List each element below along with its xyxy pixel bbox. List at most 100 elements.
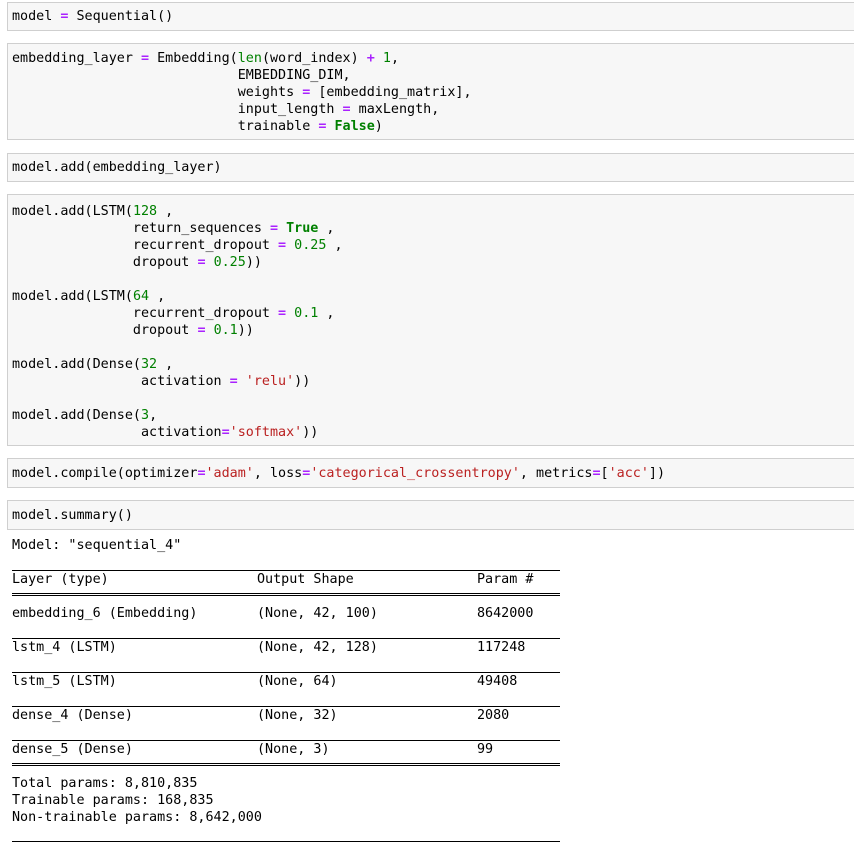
- summary-non-trainable-params: Non-trainable params: 8,642,000: [12, 810, 262, 825]
- code-token: len: [237, 51, 262, 66]
- code-token: ,: [149, 408, 158, 423]
- code-token: weights: [12, 85, 303, 100]
- code-token: 3: [141, 408, 150, 423]
- summary-row-params: 99: [477, 742, 494, 757]
- code-token: =: [197, 466, 206, 481]
- code-block[interactable]: embedding_layer = Embedding(len(word_ind…: [12, 50, 472, 135]
- code-token: =: [278, 238, 295, 253]
- summary-row-shape: (None, 42, 100): [257, 606, 378, 621]
- code-token: activation: [12, 425, 222, 440]
- summary-row-shape: (None, 64): [257, 674, 338, 689]
- summary-row-params: 49408: [477, 674, 518, 689]
- code-token: 128: [132, 204, 158, 219]
- code-token: model.add(embedding_layer): [12, 160, 222, 175]
- code-line[interactable]: model.add(embedding_layer): [12, 159, 222, 176]
- summary-row-layer: dense_4 (Dense): [12, 708, 133, 723]
- code-token: =: [197, 323, 214, 338]
- code-token: 'categorical_crossentropy': [310, 466, 520, 481]
- summary-row-params: 8642000: [477, 606, 534, 621]
- code-token: trainable: [12, 119, 319, 134]
- code-token: (word_index): [261, 51, 367, 66]
- summary-row-params: 2080: [477, 708, 510, 723]
- code-cell-4[interactable]: model.add(LSTM(128 , return_sequences = …: [7, 194, 854, 446]
- summary-row-layer: lstm_5 (LSTM): [12, 674, 117, 689]
- code-token: , loss: [253, 466, 303, 481]
- code-cell-1[interactable]: model = Sequential(): [7, 2, 854, 31]
- code-token: )): [245, 255, 262, 270]
- code-token: 64: [132, 289, 150, 304]
- summary-row-shape: (None, 42, 128): [257, 640, 378, 655]
- code-token: recurrent_dropout: [12, 238, 279, 253]
- code-token: input_length: [12, 102, 343, 117]
- code-token: =: [318, 119, 335, 134]
- code-token: ): [374, 119, 383, 134]
- code-token: =: [221, 425, 230, 440]
- code-token: False: [334, 119, 375, 134]
- code-token: 0.1: [213, 323, 238, 338]
- summary-header-rule: [12, 593, 560, 596]
- code-token: ,: [390, 51, 399, 66]
- code-token: =: [278, 306, 295, 321]
- code-token: EMBEDDING_DIM,: [12, 68, 351, 83]
- code-token: recurrent_dropout: [12, 306, 279, 321]
- code-token: 0.25: [294, 238, 327, 253]
- code-token: dropout: [12, 323, 198, 338]
- code-token: ]): [648, 466, 666, 481]
- code-token: maxLength,: [358, 102, 440, 117]
- code-token: [: [600, 466, 609, 481]
- code-token: 0.25: [213, 255, 246, 270]
- code-token: model.summary(): [12, 508, 133, 523]
- summary-row-layer: lstm_4 (LSTM): [12, 640, 117, 655]
- code-token: dropout: [12, 255, 198, 270]
- code-token: , metrics: [519, 466, 593, 481]
- code-token: 'relu': [245, 374, 295, 389]
- code-token: )): [302, 425, 319, 440]
- code-token: 1: [382, 51, 391, 66]
- code-token: model.add(Dense(: [12, 357, 141, 372]
- code-token: ,: [318, 306, 335, 321]
- code-token: =: [229, 374, 246, 389]
- code-token: model.add(LSTM(: [12, 204, 133, 219]
- summary-row-shape: (None, 32): [257, 708, 338, 723]
- code-block[interactable]: model.add(LSTM(128 , return_sequences = …: [12, 203, 343, 441]
- code-line[interactable]: model = Sequential(): [12, 8, 173, 25]
- summary-header-layer: Layer (type): [12, 572, 109, 587]
- code-token: model.compile(optimizer: [12, 466, 198, 481]
- code-token: +: [366, 51, 383, 66]
- code-token: ,: [318, 221, 335, 236]
- code-token: 'acc': [608, 466, 649, 481]
- code-token: model.add(LSTM(: [12, 289, 133, 304]
- code-token: =: [60, 9, 77, 24]
- code-token: Embedding(: [157, 51, 238, 66]
- code-token: )): [237, 323, 254, 338]
- code-token: 'softmax': [229, 425, 303, 440]
- code-cell-5[interactable]: model.compile(optimizer='adam', loss='ca…: [7, 458, 854, 488]
- code-token: model.add(Dense(: [12, 408, 141, 423]
- summary-header-shape: Output Shape: [257, 572, 354, 587]
- code-token: Sequential(): [76, 9, 174, 24]
- code-line[interactable]: model.summary(): [12, 507, 133, 524]
- code-token: =: [141, 51, 158, 66]
- code-token: 0.1: [294, 306, 319, 321]
- code-cell-2[interactable]: embedding_layer = Embedding(len(word_ind…: [7, 43, 854, 140]
- code-token: )): [294, 374, 311, 389]
- code-token: =: [269, 221, 287, 236]
- summary-row-layer: dense_5 (Dense): [12, 742, 133, 757]
- summary-model-line: Model: "sequential_4": [12, 538, 182, 553]
- code-cell-6[interactable]: model.summary(): [7, 500, 854, 530]
- code-token: =: [302, 85, 319, 100]
- code-token: 'adam': [205, 466, 254, 481]
- code-token: =: [592, 466, 601, 481]
- code-token: [embedding_matrix],: [318, 85, 472, 100]
- code-line[interactable]: model.compile(optimizer='adam', loss='ca…: [12, 465, 665, 482]
- summary-trainable-params: Trainable params: 168,835: [12, 793, 214, 808]
- code-token: 32: [141, 357, 158, 372]
- code-token: activation: [12, 374, 230, 389]
- code-cell-3[interactable]: model.add(embedding_layer): [7, 153, 854, 182]
- summary-row-shape: (None, 3): [257, 742, 330, 757]
- summary-bottom-rule: [12, 841, 560, 842]
- summary-footer-rule: [12, 763, 560, 766]
- code-token: ,: [157, 204, 174, 219]
- summary-row-layer: embedding_6 (Embedding): [12, 606, 198, 621]
- summary-header-params: Param #: [477, 572, 534, 587]
